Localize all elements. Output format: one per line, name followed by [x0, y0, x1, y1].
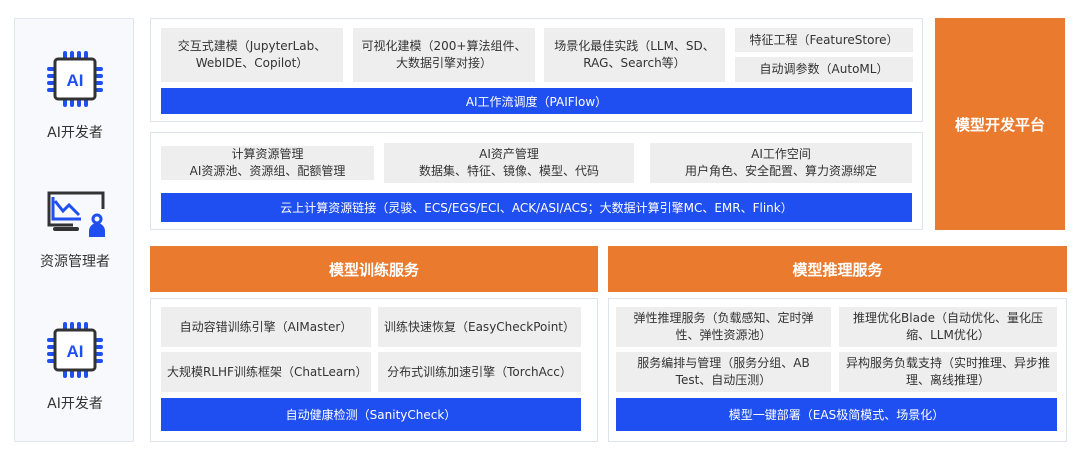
- ai-chip-icon: AI: [47, 322, 103, 378]
- ai-chip-icon: AI: [47, 51, 103, 107]
- resource-box: AI工作空间用户角色、安全配置、算力资源绑定: [650, 143, 912, 183]
- resource-title: AI工作空间: [751, 147, 811, 161]
- resource-desc: 用户角色、安全配置、算力资源绑定: [684, 164, 877, 178]
- dev-tool-box: 自动调参数（AutoML）: [735, 57, 913, 82]
- inference-box: 推理优化Blade（自动优化、量化压缩、LLM优化）: [839, 307, 1057, 347]
- training-bar: 自动健康检测（SanityCheck）: [161, 398, 581, 431]
- resource-monitor-icon: [47, 191, 105, 237]
- resource-title: 计算资源管理: [231, 147, 304, 161]
- inference-bar: 模型一键部署（EAS极简模式、场景化）: [616, 398, 1057, 431]
- inference-box: 服务编排与管理（服务分组、AB Test、自动压测）: [616, 352, 831, 392]
- roles-panel: AI AI开发者 资源管理者 AI AI开发者: [14, 18, 134, 442]
- resource-title: AI资产管理: [479, 147, 539, 161]
- dev-tool-box: 特征工程（FeatureStore）: [735, 28, 913, 52]
- resource-box: 计算资源管理 AI资源池、资源组、配额管理: [161, 146, 374, 180]
- resource-box: AI资产管理数据集、特征、镜像、模型、代码: [384, 143, 634, 183]
- inference-box: 弹性推理服务（负载感知、定时弹性、弹性资源池）: [616, 307, 831, 347]
- dev-tool-box: 场景化最佳实践（LLM、SD、RAG、Search等）: [544, 28, 725, 82]
- compute-bar: 云上计算资源链接（灵骏、ECS/EGS/ECI、ACK/ASI/ACS；大数据计…: [161, 193, 912, 222]
- resource-desc: 数据集、特征、镜像、模型、代码: [418, 164, 599, 178]
- svg-text:AI: AI: [67, 71, 84, 90]
- training-title: 模型训练服务: [150, 246, 598, 292]
- role-label: AI开发者: [47, 125, 103, 141]
- svg-text:AI: AI: [67, 342, 84, 361]
- training-box: 自动容错训练引擎（AIMaster）: [161, 307, 371, 347]
- platform-title: 模型开发平台: [935, 18, 1065, 230]
- dev-tool-box: 可视化建模（200+算法组件、大数据引擎对接）: [353, 28, 535, 82]
- role-label: 资源管理者: [40, 254, 110, 270]
- inference-box: 异构服务负载支持（实时推理、异步推理、离线推理）: [839, 352, 1057, 392]
- inference-title: 模型推理服务: [608, 246, 1067, 292]
- training-box: 大规模RLHF训练框架（ChatLearn）: [161, 352, 371, 392]
- training-box: 分布式训练加速引擎（TorchAcc）: [378, 352, 581, 392]
- training-box: 训练快速恢复（EasyCheckPoint）: [378, 307, 581, 347]
- resource-desc: AI资源池、资源组、配额管理: [189, 164, 346, 178]
- workflow-bar: AI工作流调度（PAIFlow）: [161, 88, 912, 114]
- dev-tool-box: 交互式建模（JupyterLab、WebIDE、Copilot）: [161, 28, 343, 82]
- role-label: AI开发者: [47, 396, 103, 412]
